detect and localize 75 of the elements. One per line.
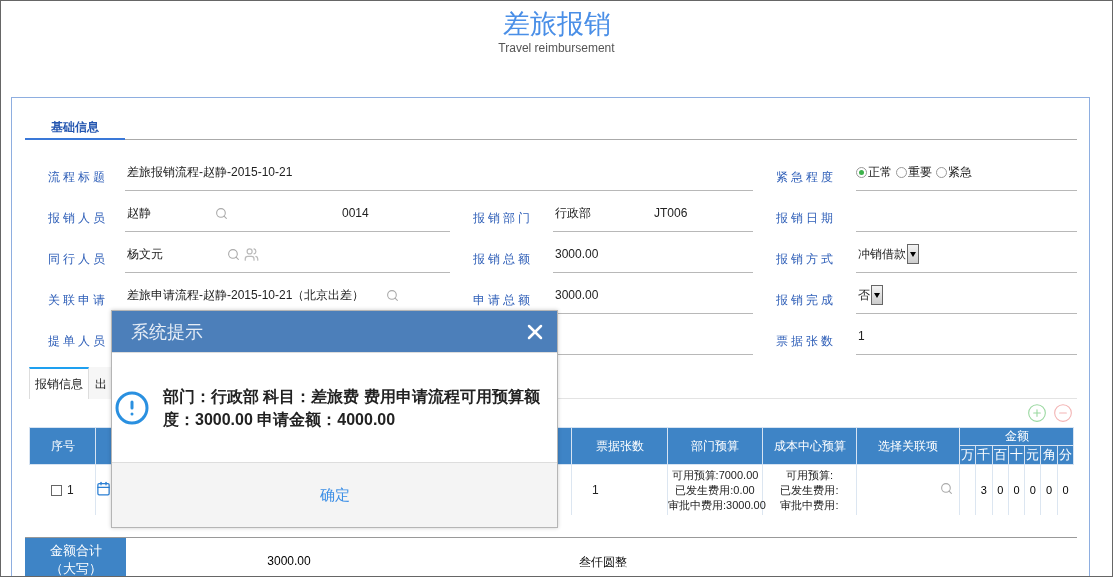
column-header: 序号	[29, 427, 96, 465]
tab[interactable]: 出	[89, 367, 113, 399]
calendar-icon[interactable]	[96, 481, 111, 496]
search-icon[interactable]	[940, 482, 953, 495]
info-icon	[114, 389, 150, 426]
form-field[interactable]: 冲销借款	[856, 236, 1077, 273]
field-label: 报销完成	[775, 292, 837, 309]
field-label: 流程标题	[47, 169, 109, 186]
add-icon[interactable]	[1027, 403, 1047, 423]
amount-digit: 0	[997, 484, 1004, 496]
field-value: 3000.00	[554, 247, 599, 261]
field-value: 行政部	[554, 204, 592, 222]
row-number: 1	[66, 483, 74, 497]
search-icon[interactable]	[386, 288, 399, 302]
search-icon[interactable]	[227, 247, 240, 261]
total-amount: 3000.00	[266, 553, 312, 570]
field-label: 申请总额	[472, 292, 534, 309]
field-label: 报销部门	[472, 210, 534, 227]
field-label: 紧急程度	[775, 169, 837, 186]
dialog-title: 系统提示	[131, 320, 203, 344]
form-field[interactable]: 否	[856, 277, 1077, 314]
column-header: 金额	[959, 427, 1074, 446]
total-label: 金额合计（大写）	[25, 538, 126, 576]
field-label: 提单人员	[47, 333, 109, 350]
code-value: JT006	[654, 206, 688, 220]
row-checkbox[interactable]	[50, 485, 62, 497]
form-field[interactable]: 行政部 JT006	[553, 195, 753, 232]
amount-digit: 0	[1062, 484, 1069, 496]
caret-icon[interactable]	[874, 292, 880, 298]
page-subtitle: Travel reimbursement	[498, 41, 615, 55]
code-value: 0014	[342, 206, 369, 220]
field-label: 关联申请	[47, 292, 109, 309]
form-field[interactable]: 赵静 0014	[125, 195, 450, 232]
caret-icon[interactable]	[910, 251, 916, 257]
column-header: 部门预算	[667, 427, 763, 465]
field-label: 同行人员	[47, 251, 109, 268]
column-header: 成本中心预算	[762, 427, 857, 465]
field-value: 赵静	[126, 204, 152, 222]
field-value: 1	[857, 329, 865, 343]
table-cell: 1	[592, 483, 599, 497]
form-field[interactable]: 1	[856, 318, 1077, 355]
form-field[interactable]: 3000.00	[553, 236, 753, 273]
remove-icon[interactable]	[1053, 403, 1073, 423]
amount-digit: 0	[1046, 484, 1053, 496]
field-label: 报销总额	[472, 251, 534, 268]
select-value: 否	[857, 286, 870, 304]
people-icon[interactable]	[244, 246, 259, 262]
column-header: 票据张数	[571, 427, 668, 465]
section-tab[interactable]: 基础信息	[25, 116, 125, 140]
search-icon[interactable]	[215, 206, 228, 220]
field-label: 报销人员	[47, 210, 109, 227]
radio-option[interactable]: 紧急	[936, 163, 972, 181]
form-field[interactable]: 正常 重要 紧急	[856, 154, 1077, 191]
total-in-words: 叁仟圆整	[578, 554, 627, 571]
form-field[interactable]: 杨文元	[125, 236, 450, 273]
dropdown-button[interactable]	[871, 285, 883, 305]
field-value: 杨文元	[126, 245, 164, 263]
field-label: 报销日期	[775, 210, 837, 227]
field-value: 3000.00	[554, 288, 599, 302]
dropdown-button[interactable]	[907, 244, 919, 264]
form-field[interactable]: 差旅报销流程-赵静-2015-10-21	[125, 154, 753, 191]
column-header: 选择关联项	[856, 427, 960, 465]
select-value: 冲销借款	[857, 245, 906, 263]
radio-option[interactable]: 正常	[856, 163, 892, 181]
dialog-message: 部门：行政部 科目：差旅费 费用申请流程可用预算额度：3000.00 申请金额：4000.00	[163, 386, 541, 430]
radio-option[interactable]: 重要	[896, 163, 932, 181]
tab[interactable]: 报销信息	[29, 367, 89, 399]
field-label: 票据张数	[775, 333, 837, 350]
amount-digit: 0	[1013, 484, 1020, 496]
amount-digit: 0	[1029, 484, 1036, 496]
field-label: 报销方式	[775, 251, 837, 268]
amount-digit: 3	[980, 484, 987, 496]
page-title: 差旅报销	[502, 8, 611, 41]
field-value: 差旅报销流程-赵静-2015-10-21	[126, 163, 293, 181]
field-value: 差旅申请流程-赵静-2015-10-21（北京出差）	[126, 286, 366, 304]
